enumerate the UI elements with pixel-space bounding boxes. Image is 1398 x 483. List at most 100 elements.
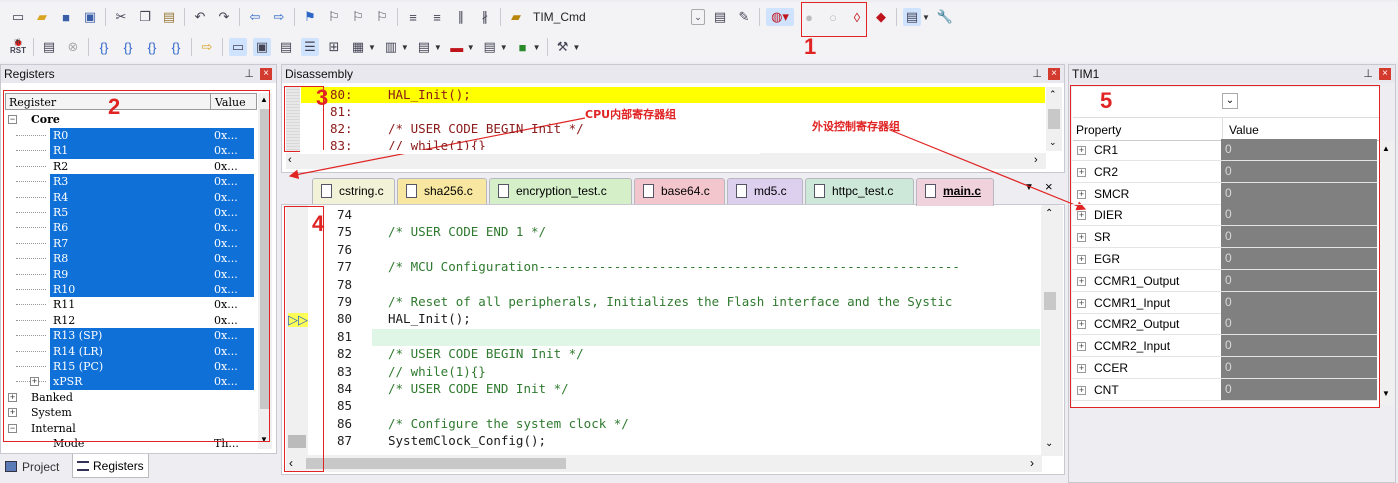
tim1-register-row[interactable]: + CCER 0: [1072, 357, 1377, 379]
step-into-icon[interactable]: {}: [95, 38, 113, 56]
tim1-register-row[interactable]: + CCMR1_Input 0: [1072, 291, 1377, 314]
save-icon[interactable]: ■: [57, 8, 75, 26]
configure-icon[interactable]: 🔧: [936, 8, 954, 26]
expand-icon[interactable]: +: [1077, 385, 1086, 395]
run-icon[interactable]: ▤: [40, 38, 58, 56]
bookmark-prev-icon[interactable]: ⚐: [325, 8, 343, 26]
scroll-down-icon[interactable]: ⌄: [1049, 137, 1057, 148]
tim1-register-value[interactable]: 0: [1221, 248, 1377, 269]
show-next-statement-icon[interactable]: ⇨: [198, 38, 216, 56]
expand-icon[interactable]: +: [1077, 233, 1086, 243]
analysis-window-icon[interactable]: ▬: [448, 38, 466, 56]
tim1-register-row[interactable]: + SMCR 0: [1072, 182, 1377, 205]
tab-md5-c[interactable]: md5.c: [727, 178, 803, 204]
tim1-register-row[interactable]: + CCMR2_Output 0: [1072, 313, 1377, 336]
code-line[interactable]: SystemClock_Config();: [388, 433, 546, 448]
nav-back-icon[interactable]: ⇦: [246, 8, 264, 26]
tim1-register-value[interactable]: 0: [1221, 204, 1377, 226]
scroll-thumb[interactable]: [306, 458, 566, 469]
tim1-register-value[interactable]: 0: [1221, 139, 1377, 160]
code-line[interactable]: /* USER CODE END 1 */: [388, 224, 546, 239]
tab-registers[interactable]: Registers: [72, 454, 149, 478]
code-line[interactable]: /* USER CODE END Init */: [388, 381, 569, 396]
scroll-right-icon[interactable]: ›: [1030, 456, 1034, 470]
tim1-register-row[interactable]: + CCMR2_Input 0: [1072, 335, 1377, 358]
tim1-scrollbar[interactable]: ▲ ▼: [1379, 141, 1394, 405]
tab-project[interactable]: Project: [2, 457, 63, 477]
tim1-register-value[interactable]: 0: [1221, 357, 1377, 378]
tim1-register-row[interactable]: + DIER 0: [1072, 204, 1377, 227]
tab-main-c[interactable]: main.c: [916, 178, 994, 206]
chevron-down-icon[interactable]: ▼: [500, 43, 508, 52]
disassembly-hscrollbar[interactable]: ‹ ›: [286, 153, 1046, 169]
disassembly-source-line[interactable]: /* USER CODE BEGIN Init */: [388, 121, 584, 136]
watch-window-icon[interactable]: ▦: [349, 38, 367, 56]
expand-icon[interactable]: +: [1077, 146, 1086, 155]
tab-encryption_test-c[interactable]: encryption_test.c: [489, 178, 632, 204]
expand-icon[interactable]: +: [1077, 342, 1086, 352]
command-window-icon[interactable]: ▭: [229, 38, 247, 56]
close-icon[interactable]: ×: [260, 68, 272, 80]
tab-httpc_test-c[interactable]: httpc_test.c: [805, 178, 914, 204]
step-over-icon[interactable]: {}: [119, 38, 137, 56]
chevron-down-icon[interactable]: ▼: [533, 43, 541, 52]
tim1-register-row[interactable]: + CCMR1_Output 0: [1072, 269, 1377, 292]
expand-icon[interactable]: +: [1077, 320, 1086, 330]
find-combo[interactable]: TIM_Cmd: [528, 7, 688, 27]
save-all-icon[interactable]: ▣: [81, 8, 99, 26]
chevron-down-icon[interactable]: ▼: [573, 43, 581, 52]
new-file-icon[interactable]: ▭: [9, 8, 27, 26]
tim1-register-value[interactable]: 0: [1221, 269, 1377, 291]
scroll-down-icon[interactable]: ▼: [1382, 389, 1390, 398]
tim1-register-value[interactable]: 0: [1221, 291, 1377, 313]
tim1-register-row[interactable]: + SR 0: [1072, 226, 1377, 249]
open-folder-icon[interactable]: ▰: [33, 8, 51, 26]
scroll-up-icon[interactable]: ▲: [1382, 144, 1390, 153]
tab-list-dropdown-icon[interactable]: ▼: [1024, 182, 1034, 193]
editor-hscrollbar[interactable]: ‹ ›: [286, 455, 1042, 472]
toolbox-icon[interactable]: ⚒: [554, 38, 572, 56]
tim1-register-value[interactable]: 0: [1221, 313, 1377, 335]
comment-icon[interactable]: ∥: [452, 8, 470, 26]
undo-icon[interactable]: ↶: [191, 8, 209, 26]
chevron-down-icon[interactable]: ▼: [368, 43, 376, 52]
incremental-find-icon[interactable]: ▤: [711, 8, 729, 26]
scroll-right-icon[interactable]: ›: [1034, 154, 1038, 166]
disassembly-source-line[interactable]: HAL_Init();: [388, 87, 471, 102]
system-viewer-icon[interactable]: ■: [514, 38, 532, 56]
debug-config-icon[interactable]: ✎: [735, 8, 753, 26]
chevron-down-icon[interactable]: ▼: [467, 43, 475, 52]
disassembly-scrollbar[interactable]: ⌃ ⌄: [1046, 87, 1062, 151]
close-icon[interactable]: ×: [1048, 68, 1060, 80]
paste-icon[interactable]: ▤: [160, 8, 178, 26]
breakpoint-kill-all-icon[interactable]: ◆: [872, 8, 890, 26]
bookmark-clear-icon[interactable]: ⚐: [373, 8, 391, 26]
tab-base64-c[interactable]: base64.c: [634, 178, 725, 204]
bookmark-next-icon[interactable]: ⚐: [349, 8, 367, 26]
expand-icon[interactable]: +: [1077, 189, 1086, 199]
registers-window-icon[interactable]: ☰: [301, 38, 319, 56]
symbols-window-icon[interactable]: ▤: [277, 38, 295, 56]
serial-window-icon[interactable]: ▤: [415, 38, 433, 56]
redo-icon[interactable]: ↷: [215, 8, 233, 26]
bookmark-icon[interactable]: ⚑: [301, 8, 319, 26]
chevron-down-icon[interactable]: ▼: [434, 43, 442, 52]
find-in-files-icon[interactable]: ▰: [507, 8, 525, 26]
expand-icon[interactable]: +: [1077, 255, 1086, 264]
tab-sha256-c[interactable]: sha256.c: [397, 178, 487, 204]
tab-cstring-c[interactable]: cstring.c: [312, 178, 395, 204]
unindent-icon[interactable]: ≡: [428, 8, 446, 26]
tim1-register-row[interactable]: + CR1 0: [1072, 139, 1377, 161]
expand-icon[interactable]: +: [1077, 167, 1086, 177]
start-debug-icon[interactable]: ◍▾: [766, 8, 794, 26]
expand-icon[interactable]: +: [1077, 298, 1086, 308]
nav-forward-icon[interactable]: ⇨: [270, 8, 288, 26]
trace-window-icon[interactable]: ▤: [481, 38, 499, 56]
stop-icon[interactable]: ⊗: [64, 38, 82, 56]
pin-icon[interactable]: ⊥: [1032, 65, 1042, 83]
tim1-register-row[interactable]: + CNT 0: [1072, 378, 1377, 401]
code-line[interactable]: // while(1){}: [388, 364, 486, 379]
tim1-register-value[interactable]: 0: [1221, 226, 1377, 248]
expand-icon[interactable]: +: [1077, 364, 1086, 373]
tim1-register-row[interactable]: + EGR 0: [1072, 248, 1377, 270]
